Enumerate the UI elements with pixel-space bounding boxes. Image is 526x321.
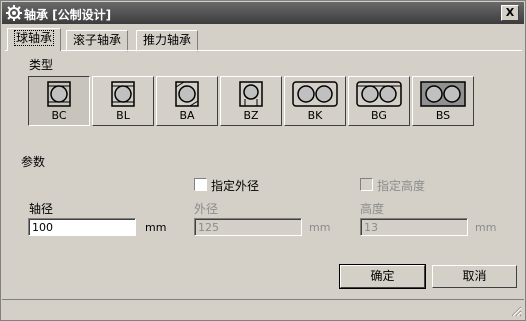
shaft-unit: mm xyxy=(145,221,167,234)
tab-thrust-bearing[interactable]: 推力轴承 xyxy=(136,30,199,52)
close-icon: X xyxy=(505,6,515,19)
specify-outer-label: 指定外径 xyxy=(211,179,260,193)
specify-height-label: 指定高度 xyxy=(377,179,426,193)
bearing-bz-icon xyxy=(239,81,263,107)
tab-roller-bearing[interactable]: 滚子轴承 xyxy=(66,30,129,52)
type-bc-button[interactable]: BC xyxy=(28,76,90,126)
height-label: 高度 xyxy=(360,202,385,216)
type-bg-button[interactable]: BG xyxy=(348,76,410,126)
outer-label: 外径 xyxy=(194,202,219,216)
type-caption: BS xyxy=(435,109,451,122)
type-caption: BA xyxy=(179,109,195,122)
status-divider xyxy=(2,299,524,300)
window-title: 轴承 [公制设计] xyxy=(24,8,112,22)
specify-height-checkbox[interactable] xyxy=(360,178,373,191)
ok-button[interactable]: 确定 xyxy=(339,264,426,289)
bearing-bk-icon xyxy=(292,81,338,107)
type-bl-button[interactable]: BL xyxy=(92,76,154,126)
type-caption: BZ xyxy=(243,109,259,122)
bearing-bs-icon xyxy=(420,81,466,107)
shaft-diameter-input[interactable]: 100 xyxy=(28,218,136,236)
tab-label: 推力轴承 xyxy=(143,33,192,47)
height-input[interactable]: 13 xyxy=(360,218,468,236)
params-label: 参数 xyxy=(21,155,46,169)
type-bk-button[interactable]: BK xyxy=(284,76,346,126)
tab-ball-bearing[interactable]: 球轴承 xyxy=(7,28,62,51)
close-button[interactable]: X xyxy=(501,5,519,21)
type-caption: BG xyxy=(371,109,387,122)
type-caption: BK xyxy=(307,109,323,122)
type-bs-button[interactable]: BS xyxy=(412,76,474,126)
outer-diameter-input[interactable]: 125 xyxy=(194,218,302,236)
outer-unit: mm xyxy=(309,221,331,234)
bearing-bl-icon xyxy=(111,81,135,107)
height-unit: mm xyxy=(475,221,497,234)
gear-icon xyxy=(6,5,22,21)
title-bar[interactable]: 轴承 [公制设计] X xyxy=(2,2,524,24)
tab-divider xyxy=(5,50,522,51)
type-bz-button[interactable]: BZ xyxy=(220,76,282,126)
tab-label: 滚子轴承 xyxy=(73,33,122,47)
bearing-bc-icon xyxy=(47,81,71,107)
shaft-label: 轴径 xyxy=(29,202,54,216)
bearing-dialog: 轴承 [公制设计] X 球轴承 滚子轴承 推力轴承 类型 BC BL BA BZ… xyxy=(0,0,526,321)
type-ba-button[interactable]: BA xyxy=(156,76,218,126)
resize-grip-icon[interactable] xyxy=(510,305,522,317)
type-caption: BL xyxy=(116,109,130,122)
bearing-bg-icon xyxy=(356,81,402,107)
specify-outer-checkbox[interactable] xyxy=(194,178,207,191)
type-label: 类型 xyxy=(29,58,54,72)
cancel-button[interactable]: 取消 xyxy=(432,265,517,288)
type-caption: BC xyxy=(51,109,67,122)
bearing-ba-icon xyxy=(175,81,199,107)
tab-label: 球轴承 xyxy=(14,30,55,46)
